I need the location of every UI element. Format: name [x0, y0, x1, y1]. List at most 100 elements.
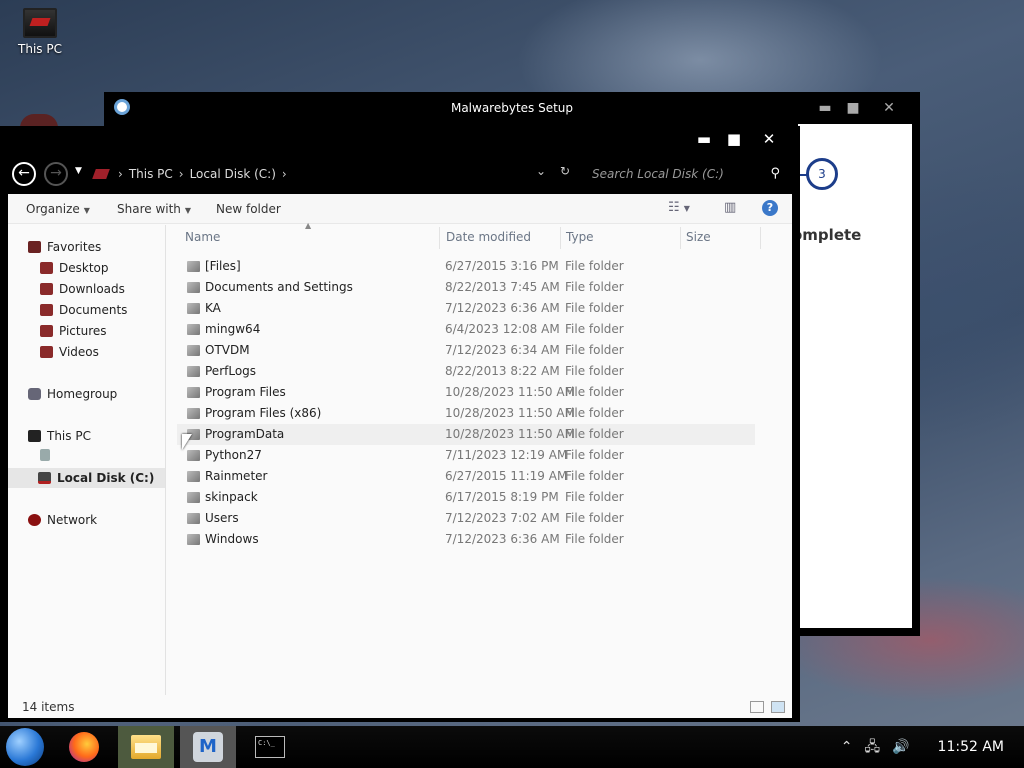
nav-network[interactable]: Network	[28, 510, 97, 530]
table-row[interactable]: Python27 7/11/2023 12:19 AM File folder	[177, 445, 755, 466]
file-name: Users	[205, 511, 239, 525]
table-row[interactable]: [Files] 6/27/2015 3:16 PM File folder	[177, 256, 755, 277]
taskbar-command-prompt[interactable]: C:\_	[242, 726, 298, 768]
forward-button[interactable]: →	[44, 162, 68, 186]
taskbar-file-explorer[interactable]	[118, 726, 174, 768]
breadcrumb: › This PC › Local Disk (C:) ›	[92, 162, 287, 186]
file-date: 7/12/2023 6:36 AM	[445, 532, 560, 546]
nav-documents[interactable]: Documents	[40, 300, 127, 320]
network-status-icon[interactable]: 🖧	[864, 726, 880, 768]
refresh-icon[interactable]: ↻	[560, 164, 570, 178]
table-row[interactable]: KA 7/12/2023 6:36 AM File folder	[177, 298, 755, 319]
table-row[interactable]: Program Files 10/28/2023 11:50 AM File fol…	[177, 382, 755, 403]
nav-favorites[interactable]: Favorites	[28, 237, 101, 257]
nav-label: Desktop	[59, 261, 109, 275]
search-input[interactable]: Search Local Disk (C:) ⚲	[592, 162, 786, 186]
taskbar: M C:\_ ⌃ 🖧 🔊 11:52 AM	[0, 726, 1024, 768]
large-icons-view-icon[interactable]	[771, 701, 785, 713]
favorites-icon	[28, 241, 41, 253]
share-with-button[interactable]: Share with ▼	[117, 202, 191, 216]
table-row[interactable]: PerfLogs 8/22/2013 8:22 AM File folder	[177, 361, 755, 382]
column-header-size[interactable]: Size	[686, 230, 711, 244]
table-row[interactable]: Users 7/12/2023 7:02 AM File folder	[177, 508, 755, 529]
show-hidden-icons-icon[interactable]: ⌃	[841, 726, 853, 768]
taskbar-firefox[interactable]	[56, 726, 112, 768]
nav-pictures[interactable]: Pictures	[40, 321, 107, 341]
recent-locations-dropdown-icon[interactable]: ▼	[75, 166, 82, 176]
file-date: 7/12/2023 6:34 AM	[445, 343, 560, 357]
column-divider[interactable]	[760, 227, 761, 249]
column-header-date[interactable]: Date modified	[446, 230, 531, 244]
firefox-icon	[69, 732, 99, 762]
minimize-button[interactable]: ▬	[690, 130, 718, 152]
nav-label: Homegroup	[47, 387, 118, 401]
details-view-icon[interactable]	[750, 701, 764, 713]
table-row[interactable]: skinpack 6/17/2015 8:19 PM File folder	[177, 487, 755, 508]
address-dropdown-icon[interactable]: ⌄	[536, 164, 546, 178]
preview-pane-icon[interactable]: ▥	[724, 200, 736, 215]
file-name: skinpack	[205, 490, 258, 504]
table-row[interactable]: Windows 7/12/2023 6:36 AM File folder	[177, 529, 755, 550]
nav-label: Pictures	[59, 324, 107, 338]
chevron-right-icon[interactable]: ›	[179, 162, 184, 186]
breadcrumb-local-disk[interactable]: Local Disk (C:)	[190, 162, 276, 186]
file-type: File folder	[565, 301, 624, 315]
nav-label: This PC	[47, 429, 91, 443]
mb-close-button[interactable]: ✕	[874, 92, 904, 124]
table-row[interactable]: mingw64 6/4/2023 12:08 AM File folder	[177, 319, 755, 340]
navigation-pane: Favorites Desktop Downloads Documents Pi…	[8, 225, 166, 695]
folder-icon	[187, 303, 200, 314]
table-row[interactable]: ProgramData 10/28/2023 11:50 AM File folde…	[177, 424, 755, 445]
mb-title-bar[interactable]: Malwarebytes Setup ▬ ■ ✕	[104, 92, 920, 124]
file-name: Rainmeter	[205, 469, 268, 483]
table-row[interactable]: Rainmeter 6/27/2015 11:19 AM File folder	[177, 466, 755, 487]
desktop-icon-this-pc[interactable]: This PC	[14, 8, 66, 56]
breadcrumb-this-pc[interactable]: This PC	[129, 162, 173, 186]
table-row[interactable]: Program Files (x86) 10/28/2023 11:50 AM Fi…	[177, 403, 755, 424]
volume-icon[interactable]: 🔊	[892, 726, 909, 768]
organize-button[interactable]: Organize ▼	[26, 202, 90, 216]
organize-label: Organize	[26, 202, 80, 216]
file-date: 7/12/2023 6:36 AM	[445, 301, 560, 315]
mb-minimize-button[interactable]: ▬	[810, 92, 840, 124]
search-placeholder: Search Local Disk (C:)	[592, 167, 724, 181]
explorer-title-bar[interactable]: ▬ ■ ✕ ← → ▼ › This PC › Local Disk (C:) …	[0, 126, 800, 194]
nav-this-pc[interactable]: This PC	[28, 426, 91, 446]
nav-local-disk[interactable]: Local Disk (C:)	[8, 468, 165, 488]
folder-icon	[187, 387, 200, 398]
file-type: File folder	[565, 259, 624, 273]
nav-downloads[interactable]: Downloads	[40, 279, 125, 299]
nav-removable-drive[interactable]	[40, 445, 50, 465]
clock[interactable]: 11:52 AM	[938, 726, 1004, 768]
file-type: File folder	[565, 490, 624, 504]
file-date: 6/4/2023 12:08 AM	[445, 322, 560, 336]
hard-drive-icon	[38, 472, 51, 484]
back-button[interactable]: ←	[12, 162, 36, 186]
column-header-name[interactable]: Name	[185, 230, 220, 244]
table-row[interactable]: Documents and Settings 8/22/2013 7:45 AM F…	[177, 277, 755, 298]
search-icon[interactable]: ⚲	[770, 162, 780, 186]
nav-videos[interactable]: Videos	[40, 342, 99, 362]
chevron-right-icon[interactable]: ›	[282, 162, 287, 186]
documents-icon	[40, 304, 53, 316]
folder-icon	[187, 513, 200, 524]
explorer-body: Organize ▼ Share with ▼ New folder ☷ ▼ ▥ ?…	[8, 194, 792, 718]
column-divider[interactable]	[439, 227, 440, 249]
change-view-icon[interactable]: ☷ ▼	[668, 200, 690, 215]
close-button[interactable]: ✕	[755, 130, 783, 152]
new-folder-button[interactable]: New folder	[216, 202, 281, 216]
column-divider[interactable]	[560, 227, 561, 249]
nav-desktop[interactable]: Desktop	[40, 258, 109, 278]
start-button[interactable]	[6, 728, 44, 766]
mb-maximize-button[interactable]: ■	[838, 92, 868, 124]
chevron-right-icon[interactable]: ›	[118, 162, 123, 186]
nav-homegroup[interactable]: Homegroup	[28, 384, 117, 404]
command-bar: Organize ▼ Share with ▼ New folder ☷ ▼ ▥ ?	[8, 194, 792, 224]
column-header-type[interactable]: Type	[566, 230, 594, 244]
help-icon[interactable]: ?	[762, 200, 778, 216]
maximize-button[interactable]: ■	[720, 130, 748, 152]
taskbar-malwarebytes[interactable]: M	[180, 726, 236, 768]
column-divider[interactable]	[680, 227, 681, 249]
table-row[interactable]: OTVDM 7/12/2023 6:34 AM File folder	[177, 340, 755, 361]
file-date: 10/28/2023 11:50 AM	[445, 427, 575, 441]
